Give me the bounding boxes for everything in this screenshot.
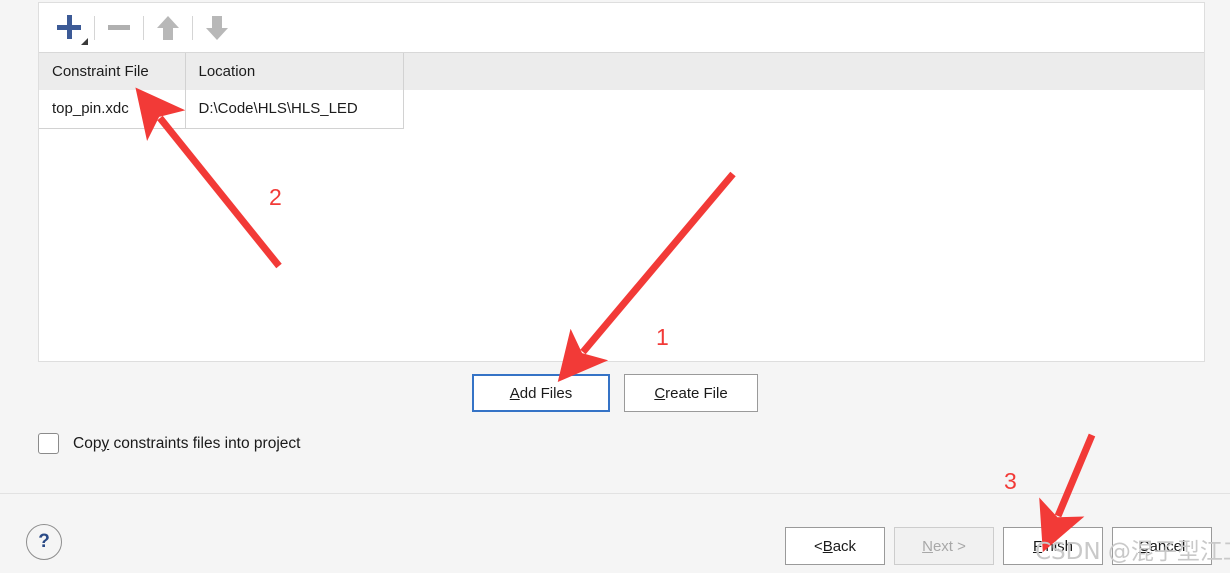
move-down-button[interactable]	[198, 9, 236, 47]
csdn-watermark: CSDN @混子型江工	[1035, 539, 1230, 565]
next-mnemonic: N	[922, 537, 933, 555]
column-header-constraint-file[interactable]: Constraint File	[39, 53, 186, 90]
bottom-divider	[0, 493, 1230, 494]
cell-filler	[403, 90, 1204, 128]
table-body: top_pin.xdc D:\Code\HLS\HLS_LED	[39, 90, 1204, 129]
minus-icon	[108, 25, 130, 30]
cell-location[interactable]: D:\Code\HLS\HLS_LED	[185, 90, 404, 129]
dropdown-caret-icon	[81, 37, 88, 45]
copy-constraints-checkbox[interactable]	[38, 433, 59, 454]
add-files-button[interactable]: Add Files	[472, 374, 610, 412]
add-files-label: dd Files	[519, 384, 573, 402]
cell-constraint-file[interactable]: top_pin.xdc	[39, 90, 186, 129]
copy-label-post: constraints files into project	[109, 434, 301, 452]
copy-constraints-label[interactable]: Copy constraints files into project	[73, 435, 300, 453]
constraints-panel: Constraint File Location top_pin.xdc D:\…	[38, 2, 1205, 362]
back-mnemonic: B	[822, 537, 833, 555]
plus-icon	[57, 14, 88, 45]
next-button: Next >	[894, 527, 994, 565]
create-file-mnemonic: C	[654, 384, 666, 402]
table-header-row: Constraint File Location	[39, 53, 1204, 90]
table-header: Constraint File Location	[39, 53, 1204, 90]
add-constraint-button[interactable]	[51, 9, 89, 47]
constraint-files-table: Constraint File Location top_pin.xdc D:\…	[39, 53, 1204, 129]
create-file-button[interactable]: Create File	[624, 374, 758, 412]
annotation-number-1: 1	[656, 324, 669, 350]
annotation-number-3: 3	[1004, 468, 1017, 494]
column-header-filler	[403, 53, 1204, 90]
add-files-mnemonic: A	[509, 384, 520, 402]
copy-label-pre: Cop	[73, 434, 102, 452]
toolbar-separator	[192, 15, 193, 40]
add-constraints-dialog: Constraint File Location top_pin.xdc D:\…	[0, 0, 1230, 573]
create-file-label: reate File	[665, 384, 728, 402]
toolbar-separator	[94, 15, 95, 40]
remove-constraint-button[interactable]	[100, 9, 138, 47]
arrow-down-icon	[206, 15, 228, 40]
copy-constraints-row[interactable]: Copy constraints files into project	[38, 433, 300, 454]
file-action-buttons: Add Files Create File	[0, 374, 1230, 412]
toolbar-separator	[143, 15, 144, 40]
question-mark-icon: ?	[38, 531, 50, 552]
column-header-location[interactable]: Location	[185, 53, 404, 90]
table-row[interactable]: top_pin.xdc D:\Code\HLS\HLS_LED	[39, 90, 1204, 129]
annotation-arrow-3	[1039, 433, 1096, 553]
move-up-button[interactable]	[149, 9, 187, 47]
arrow-up-icon	[157, 15, 179, 40]
help-button[interactable]: ?	[26, 524, 62, 560]
constraints-toolbar	[39, 3, 1204, 53]
back-button[interactable]: < Back	[785, 527, 885, 565]
back-label-post: ack	[832, 537, 857, 555]
next-label-post: ext >	[932, 537, 966, 555]
back-label-pre: <	[813, 537, 823, 555]
annotation-number-2: 2	[269, 184, 282, 210]
